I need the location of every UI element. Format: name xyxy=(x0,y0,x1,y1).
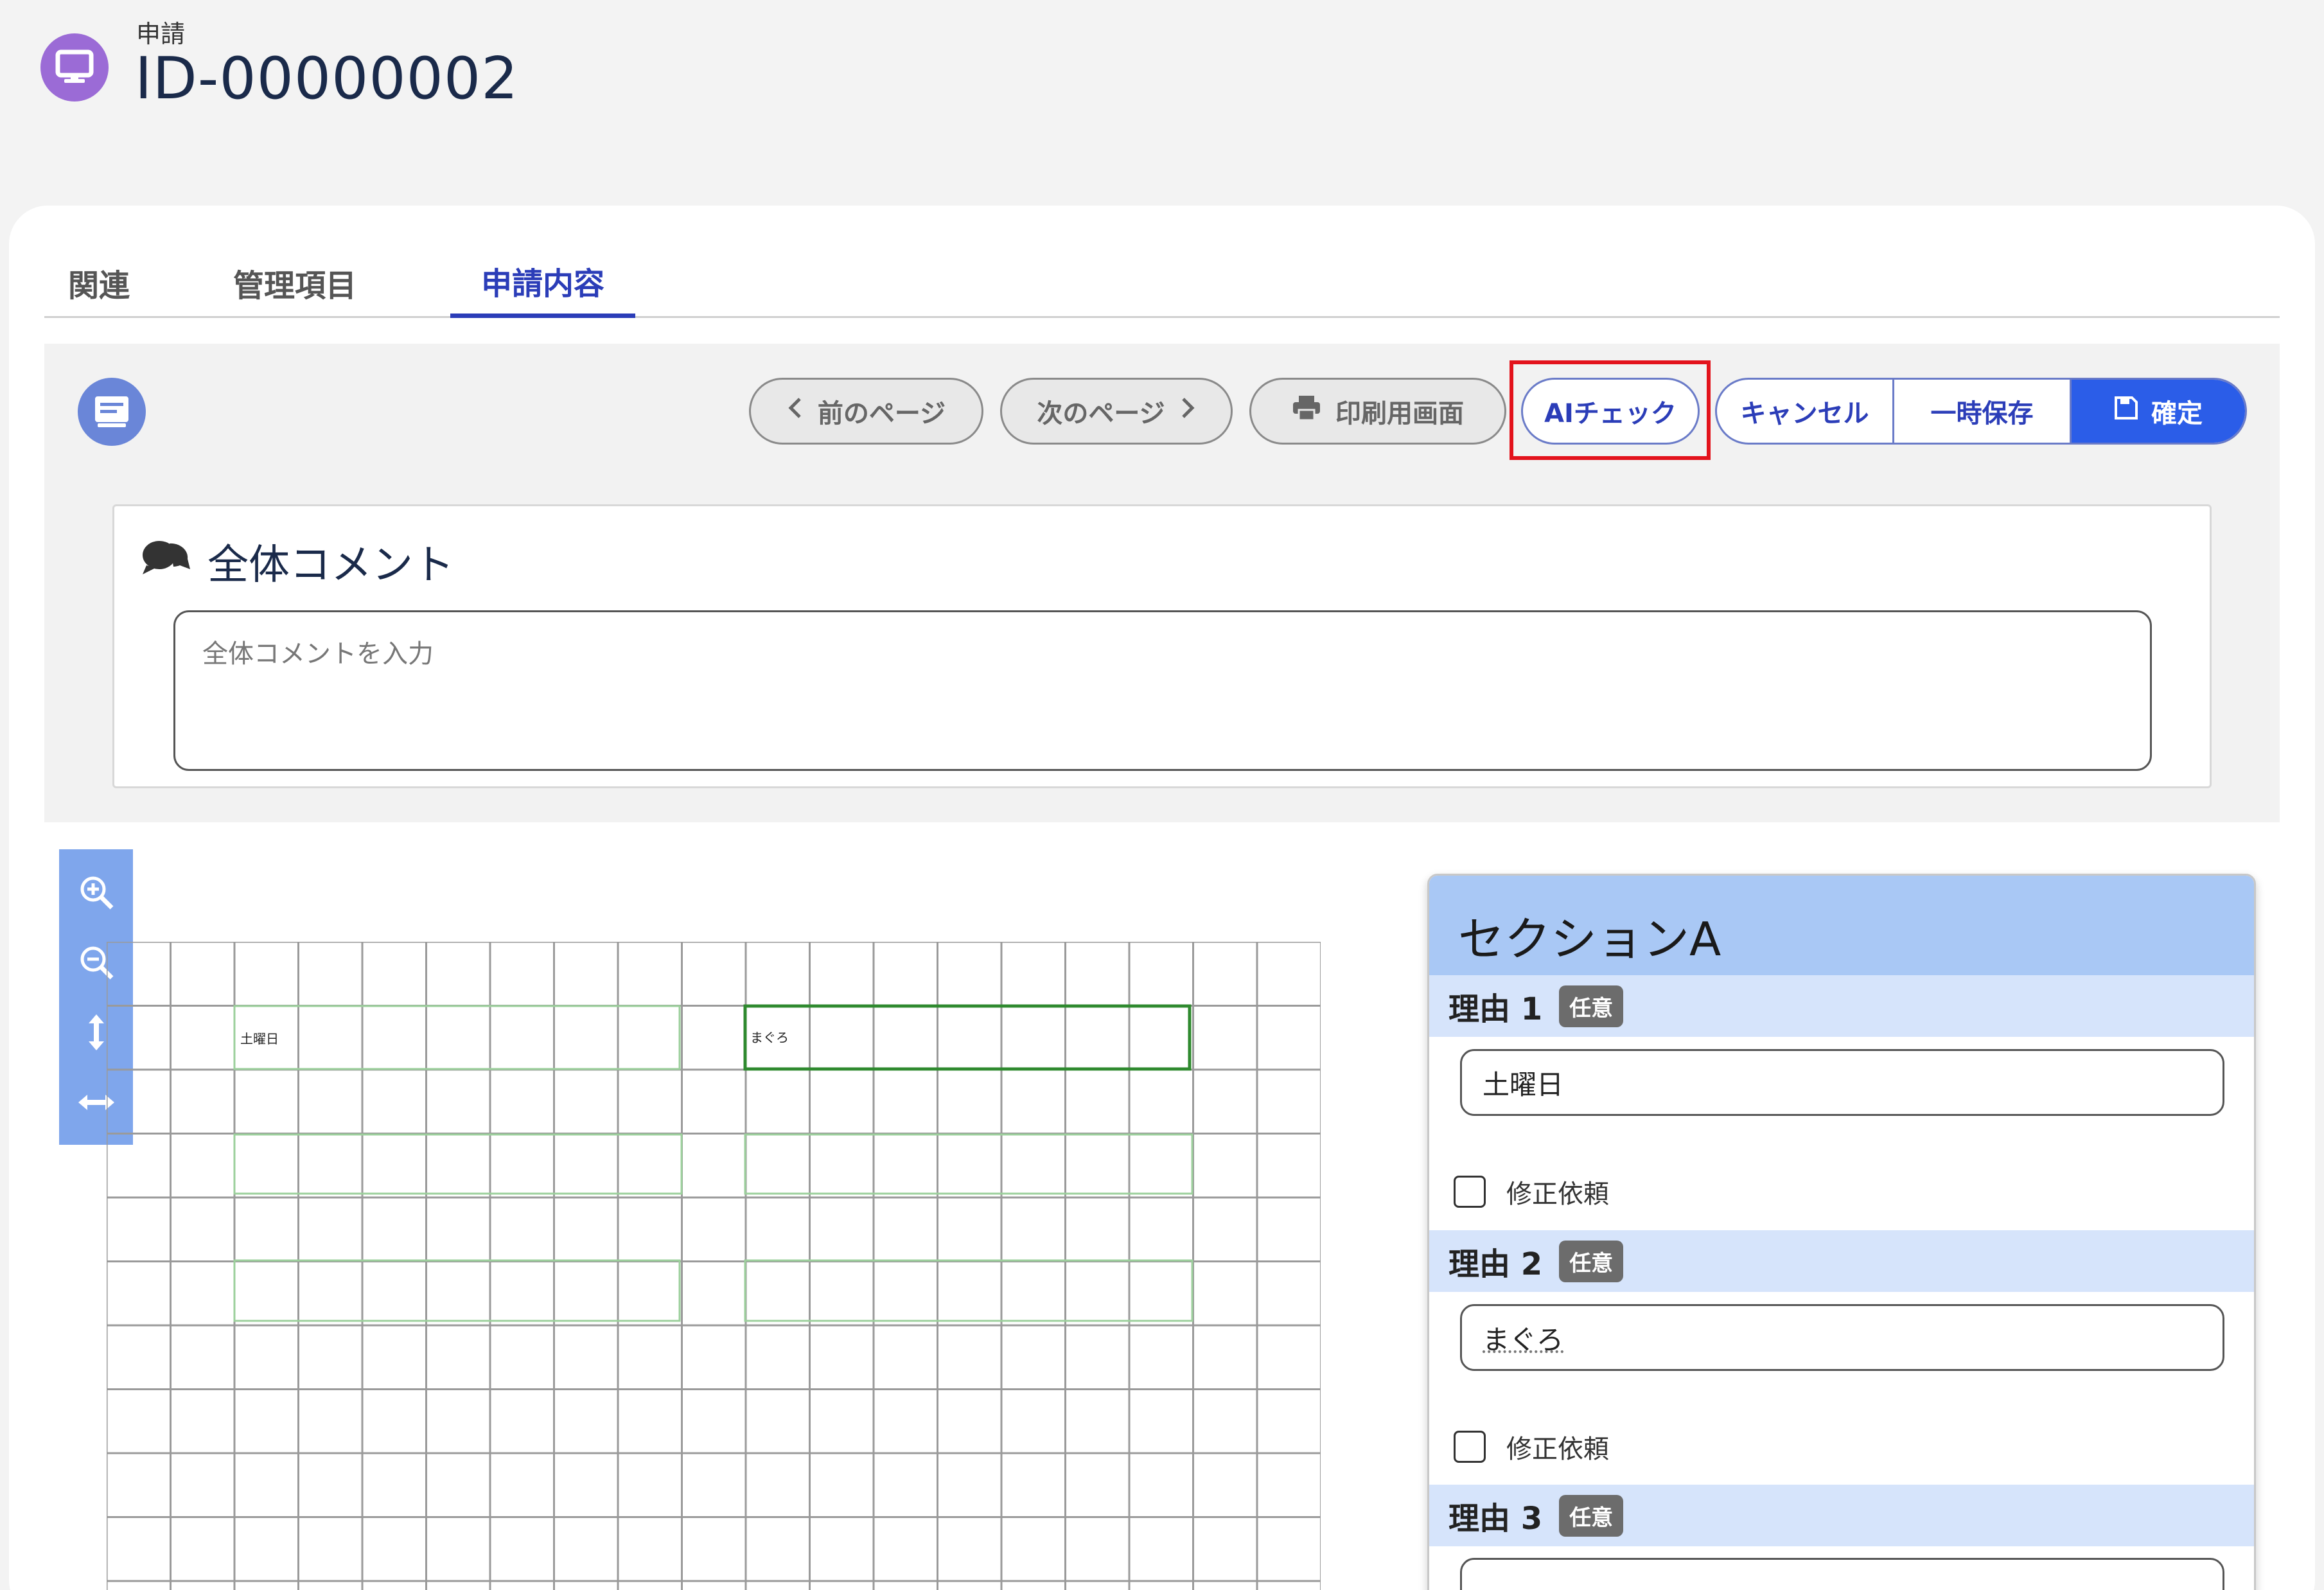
field-header: 理由 3 任意 xyxy=(1429,1485,2254,1546)
field-label: 理由 2 xyxy=(1448,1246,1543,1282)
optional-badge: 任意 xyxy=(1559,1240,1624,1282)
reason-2-value: まぐろ xyxy=(1483,1323,1564,1356)
reason-2-input[interactable]: まぐろ xyxy=(1460,1304,2224,1371)
document-field-text: まぐろ xyxy=(750,1030,789,1045)
document-field-box[interactable] xyxy=(233,1005,681,1070)
ai-check-button[interactable]: AIチェック xyxy=(1521,378,1700,445)
field-label: 理由 1 xyxy=(1448,991,1543,1027)
document-icon xyxy=(78,378,146,446)
chevron-left-icon xyxy=(787,396,804,426)
overall-comment-title: 全体コメント xyxy=(207,542,454,589)
correction-request-checkbox[interactable]: 修正依頼 xyxy=(1454,1173,1609,1210)
monitor-icon xyxy=(40,33,109,102)
page-title: ID-00000002 xyxy=(135,45,519,112)
section-panel: セクションA 理由 1 任意 土曜日 修正依頼 理由 2 任意 まぐろ 修正依頼… xyxy=(1427,874,2256,1590)
field-label: 理由 3 xyxy=(1448,1501,1543,1537)
document-field-text: 土曜日 xyxy=(240,1031,279,1047)
optional-badge: 任意 xyxy=(1559,1494,1624,1537)
printer-icon xyxy=(1292,394,1321,428)
prev-page-button[interactable]: 前のページ xyxy=(749,378,983,445)
record-category: 申請 xyxy=(136,20,186,48)
tab-related[interactable]: 関連 xyxy=(64,247,134,318)
document-field-box[interactable] xyxy=(233,1259,681,1322)
field-header: 理由 2 任意 xyxy=(1429,1230,2254,1292)
prev-page-label: 前のページ xyxy=(817,399,946,428)
optional-badge: 任意 xyxy=(1559,985,1624,1027)
print-view-button[interactable]: 印刷用画面 xyxy=(1249,378,1506,445)
document-grid: 土曜日 まぐろ xyxy=(107,942,1321,1590)
document-field-box[interactable] xyxy=(744,1259,1193,1322)
confirm-label: 確定 xyxy=(2151,399,2203,428)
overall-comment-input[interactable]: 全体コメントを入力 xyxy=(173,610,2152,771)
next-page-label: 次のページ xyxy=(1037,399,1165,428)
reason-1-input[interactable]: 土曜日 xyxy=(1460,1049,2224,1116)
next-page-button[interactable]: 次のページ xyxy=(1000,378,1233,445)
document-field-box-selected[interactable] xyxy=(743,1004,1192,1071)
save-icon xyxy=(2114,396,2138,427)
correction-request-checkbox[interactable]: 修正依頼 xyxy=(1454,1428,1609,1465)
speech-bubbles-icon xyxy=(140,537,191,578)
overall-comment-placeholder: 全体コメントを入力 xyxy=(202,639,434,669)
print-view-label: 印刷用画面 xyxy=(1335,399,1464,428)
document-field-box[interactable] xyxy=(233,1133,683,1195)
temp-save-button[interactable]: 一時保存 xyxy=(1894,380,2072,443)
zoom-in-icon[interactable] xyxy=(74,870,119,915)
section-title: セクションA xyxy=(1429,876,2254,975)
document-field-box[interactable] xyxy=(744,1133,1193,1195)
tab-management-items[interactable]: 管理項目 xyxy=(224,247,365,318)
reason-3-input[interactable] xyxy=(1460,1558,2224,1590)
tab-application-content[interactable]: 申請内容 xyxy=(450,247,635,318)
action-button-group: キャンセル 一時保存 確定 xyxy=(1715,378,2247,445)
field-header: 理由 1 任意 xyxy=(1429,975,2254,1037)
chevron-right-icon xyxy=(1179,396,1196,426)
checkbox-label: 修正依頼 xyxy=(1506,1179,1609,1209)
tab-bar: 関連 管理項目 申請内容 xyxy=(44,247,2280,318)
checkbox[interactable] xyxy=(1454,1431,1486,1463)
checkbox[interactable] xyxy=(1454,1176,1486,1208)
confirm-button[interactable]: 確定 xyxy=(2072,380,2245,443)
checkbox-label: 修正依頼 xyxy=(1506,1435,1609,1464)
cancel-button[interactable]: キャンセル xyxy=(1717,380,1894,443)
